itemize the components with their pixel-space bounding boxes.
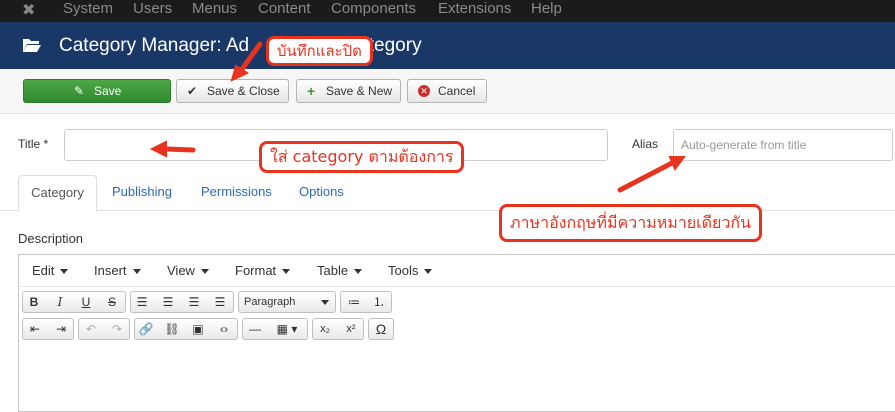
arrow-save-close (237, 41, 263, 75)
arrow-alias-head (668, 156, 686, 171)
arrow-title (163, 146, 196, 153)
arrow-alias (617, 160, 675, 193)
annotation-arrows (149, 41, 686, 193)
arrow-title-head (149, 140, 167, 158)
